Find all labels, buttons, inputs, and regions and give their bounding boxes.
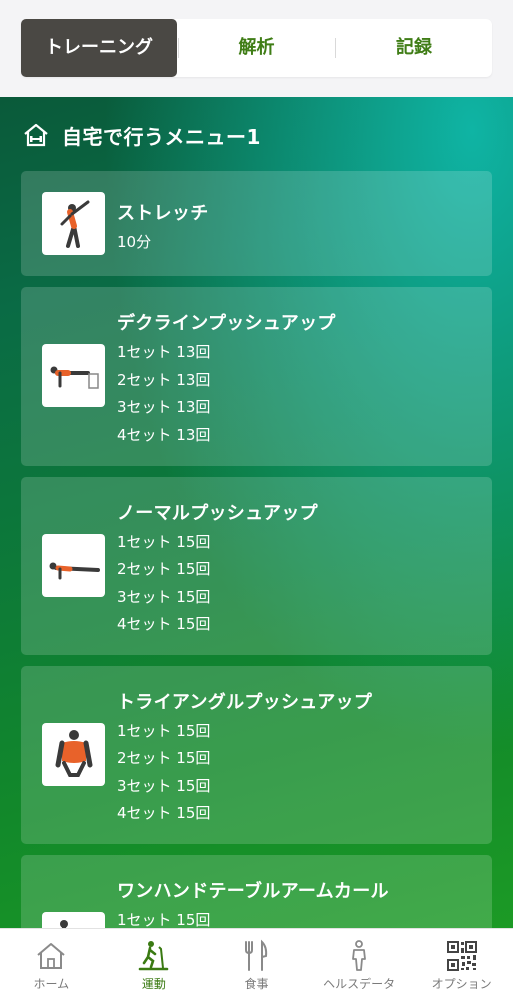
exercise-detail: 10分 xyxy=(117,233,152,251)
decline-pushup-figure-icon xyxy=(42,344,105,407)
exercise-card[interactable]: トライアングルプッシュアップ 1セット 15回 2セット 15回 3セット 15… xyxy=(21,666,492,844)
exercise-set: 1セット 13回 xyxy=(117,343,211,361)
nav-label: ヘルスデータ xyxy=(323,977,396,991)
qr-code-icon xyxy=(446,941,477,971)
treadmill-icon xyxy=(138,941,169,971)
home-icon xyxy=(37,943,65,969)
exercise-set: 1セット 15回 xyxy=(117,722,211,740)
exercise-set: 2セット 15回 xyxy=(117,749,211,767)
section-title: 自宅で行うメニュー1 xyxy=(62,124,261,149)
pushup-figure-icon xyxy=(42,534,105,597)
exercise-set: 3セット 15回 xyxy=(117,588,211,606)
nav-label: 食事 xyxy=(244,977,269,991)
section-header: 自宅で行うメニュー1 xyxy=(22,120,261,150)
exercise-set: 3セット 15回 xyxy=(117,777,211,795)
nav-label: ホーム xyxy=(33,977,70,991)
exercise-name: ストレッチ xyxy=(117,203,209,224)
nav-meal[interactable]: 食事 xyxy=(205,929,308,1007)
nav-options[interactable]: オプション xyxy=(410,929,513,1007)
tab-records[interactable]: 記録 xyxy=(336,19,492,77)
tab-analysis[interactable]: 解析 xyxy=(179,19,334,77)
exercise-set: 1セット 15回 xyxy=(117,911,211,928)
exercise-set: 2セット 13回 xyxy=(117,371,211,389)
exercise-name: ワンハンドテーブルアームカール xyxy=(117,881,389,902)
triangle-pushup-figure-icon xyxy=(42,723,105,786)
fork-knife-icon xyxy=(245,939,268,971)
exercise-set: 2セット 15回 xyxy=(117,560,211,578)
exercise-name: ノーマルプッシュアップ xyxy=(117,503,318,524)
exercise-card[interactable]: デクラインプッシュアップ 1セット 13回 2セット 13回 3セット 13回 … xyxy=(21,287,492,466)
exercise-set: 4セット 13回 xyxy=(117,426,211,444)
nav-label: オプション xyxy=(431,977,492,991)
exercise-name: トライアングルプッシュアップ xyxy=(117,692,373,713)
exercise-set: 3セット 13回 xyxy=(117,398,211,416)
nav-health-data[interactable]: ヘルスデータ xyxy=(308,929,411,1007)
tab-training[interactable]: トレーニング xyxy=(21,19,177,77)
exercise-card[interactable]: ノーマルプッシュアップ 1セット 15回 2セット 15回 3セット 15回 4… xyxy=(21,477,492,655)
exercise-name: デクラインプッシュアップ xyxy=(117,313,336,334)
exercise-menu-area[interactable]: 自宅で行うメニュー1 ストレッチ 10分 デクラインプッシュアップ 1セット 1… xyxy=(0,97,513,928)
nav-label: 運動 xyxy=(141,977,166,991)
arm-curl-figure-icon xyxy=(42,912,105,928)
nav-home[interactable]: ホーム xyxy=(0,929,103,1007)
top-bar: トレーニング 解析 記録 xyxy=(0,0,513,97)
exercise-set: 1セット 15回 xyxy=(117,533,211,551)
exercise-set: 4セット 15回 xyxy=(117,615,211,633)
person-icon xyxy=(352,940,366,971)
nav-exercise[interactable]: 運動 xyxy=(103,929,206,1007)
segmented-tabs: トレーニング 解析 記録 xyxy=(21,19,492,77)
stretch-figure-icon xyxy=(42,192,105,255)
exercise-card[interactable]: ストレッチ 10分 xyxy=(21,171,492,276)
home-gym-icon xyxy=(24,123,48,147)
exercise-card[interactable]: ワンハンドテーブルアームカール 1セット 15回 xyxy=(21,855,492,928)
exercise-set: 4セット 15回 xyxy=(117,804,211,822)
bottom-nav: ホーム 運動 食事 ヘルスデータ オプション xyxy=(0,928,513,1007)
